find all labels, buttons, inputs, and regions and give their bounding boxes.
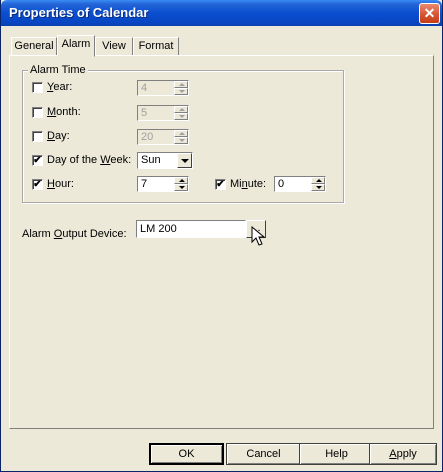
year-spinner[interactable]: 4	[137, 80, 189, 96]
spin-down-icon[interactable]	[174, 113, 188, 120]
day-label: Day:	[47, 130, 70, 142]
month-spinner[interactable]: 5	[137, 105, 189, 121]
spin-up-icon[interactable]	[174, 81, 188, 88]
spin-up-icon[interactable]	[174, 177, 188, 184]
check-icon: ✔	[33, 155, 42, 166]
spin-down-icon[interactable]	[174, 88, 188, 95]
output-device-field[interactable]: LM 200	[136, 220, 246, 238]
spin-up-icon[interactable]	[174, 106, 188, 113]
day-of-week-checkbox[interactable]: ✔	[32, 155, 43, 166]
tab-view[interactable]: View	[95, 37, 133, 56]
spin-down-icon[interactable]	[174, 184, 188, 191]
alarm-time-group-label: Alarm Time	[28, 64, 88, 76]
hour-spinner[interactable]: 7	[137, 176, 189, 192]
ok-button[interactable]: OK	[149, 443, 224, 465]
mouse-pointer-icon	[251, 226, 266, 246]
tab-general[interactable]: General	[11, 37, 57, 56]
day-value: 20	[141, 131, 154, 143]
apply-button[interactable]: Apply	[369, 443, 437, 465]
year-checkbox[interactable]	[32, 82, 43, 93]
spin-up-icon[interactable]	[174, 130, 188, 137]
month-label: Month:	[47, 106, 81, 118]
help-button[interactable]: Help	[299, 443, 374, 465]
tab-alarm[interactable]: Alarm	[57, 35, 95, 57]
day-spinner[interactable]: 20	[137, 129, 189, 145]
properties-dialog: Properties of Calendar ✕ General Alarm V…	[0, 0, 443, 472]
spin-up-icon[interactable]	[311, 177, 325, 184]
close-icon: ✕	[423, 5, 436, 21]
chevron-down-icon[interactable]	[177, 153, 192, 168]
day-of-week-value: Sun	[141, 154, 161, 166]
spin-down-icon[interactable]	[311, 184, 325, 191]
check-icon: ✔	[33, 179, 42, 190]
day-checkbox[interactable]	[32, 131, 43, 142]
year-label: Year:	[47, 81, 73, 93]
check-icon: ✔	[216, 179, 225, 190]
window-title: Properties of Calendar	[9, 5, 149, 20]
hour-label: Hour:	[47, 178, 74, 190]
close-button[interactable]: ✕	[419, 3, 440, 24]
output-device-value: LM 200	[140, 223, 177, 235]
month-checkbox[interactable]	[32, 107, 43, 118]
minute-checkbox[interactable]: ✔	[215, 179, 226, 190]
year-value: 4	[141, 82, 148, 94]
hour-value: 7	[141, 178, 148, 190]
hour-checkbox[interactable]: ✔	[32, 179, 43, 190]
day-of-week-label: Day of the Week:	[47, 154, 132, 166]
cancel-button[interactable]: Cancel	[226, 443, 301, 465]
title-bar[interactable]: Properties of Calendar ✕	[1, 0, 442, 26]
spin-down-icon[interactable]	[174, 137, 188, 144]
month-value: 5	[141, 107, 148, 119]
minute-label: Minute:	[230, 178, 267, 190]
day-of-week-select[interactable]: Sun	[137, 152, 193, 169]
minute-value: 0	[278, 178, 285, 190]
output-device-label: Alarm Output Device:	[22, 228, 127, 240]
minute-spinner[interactable]: 0	[274, 176, 326, 192]
tab-format[interactable]: Format	[133, 37, 179, 56]
